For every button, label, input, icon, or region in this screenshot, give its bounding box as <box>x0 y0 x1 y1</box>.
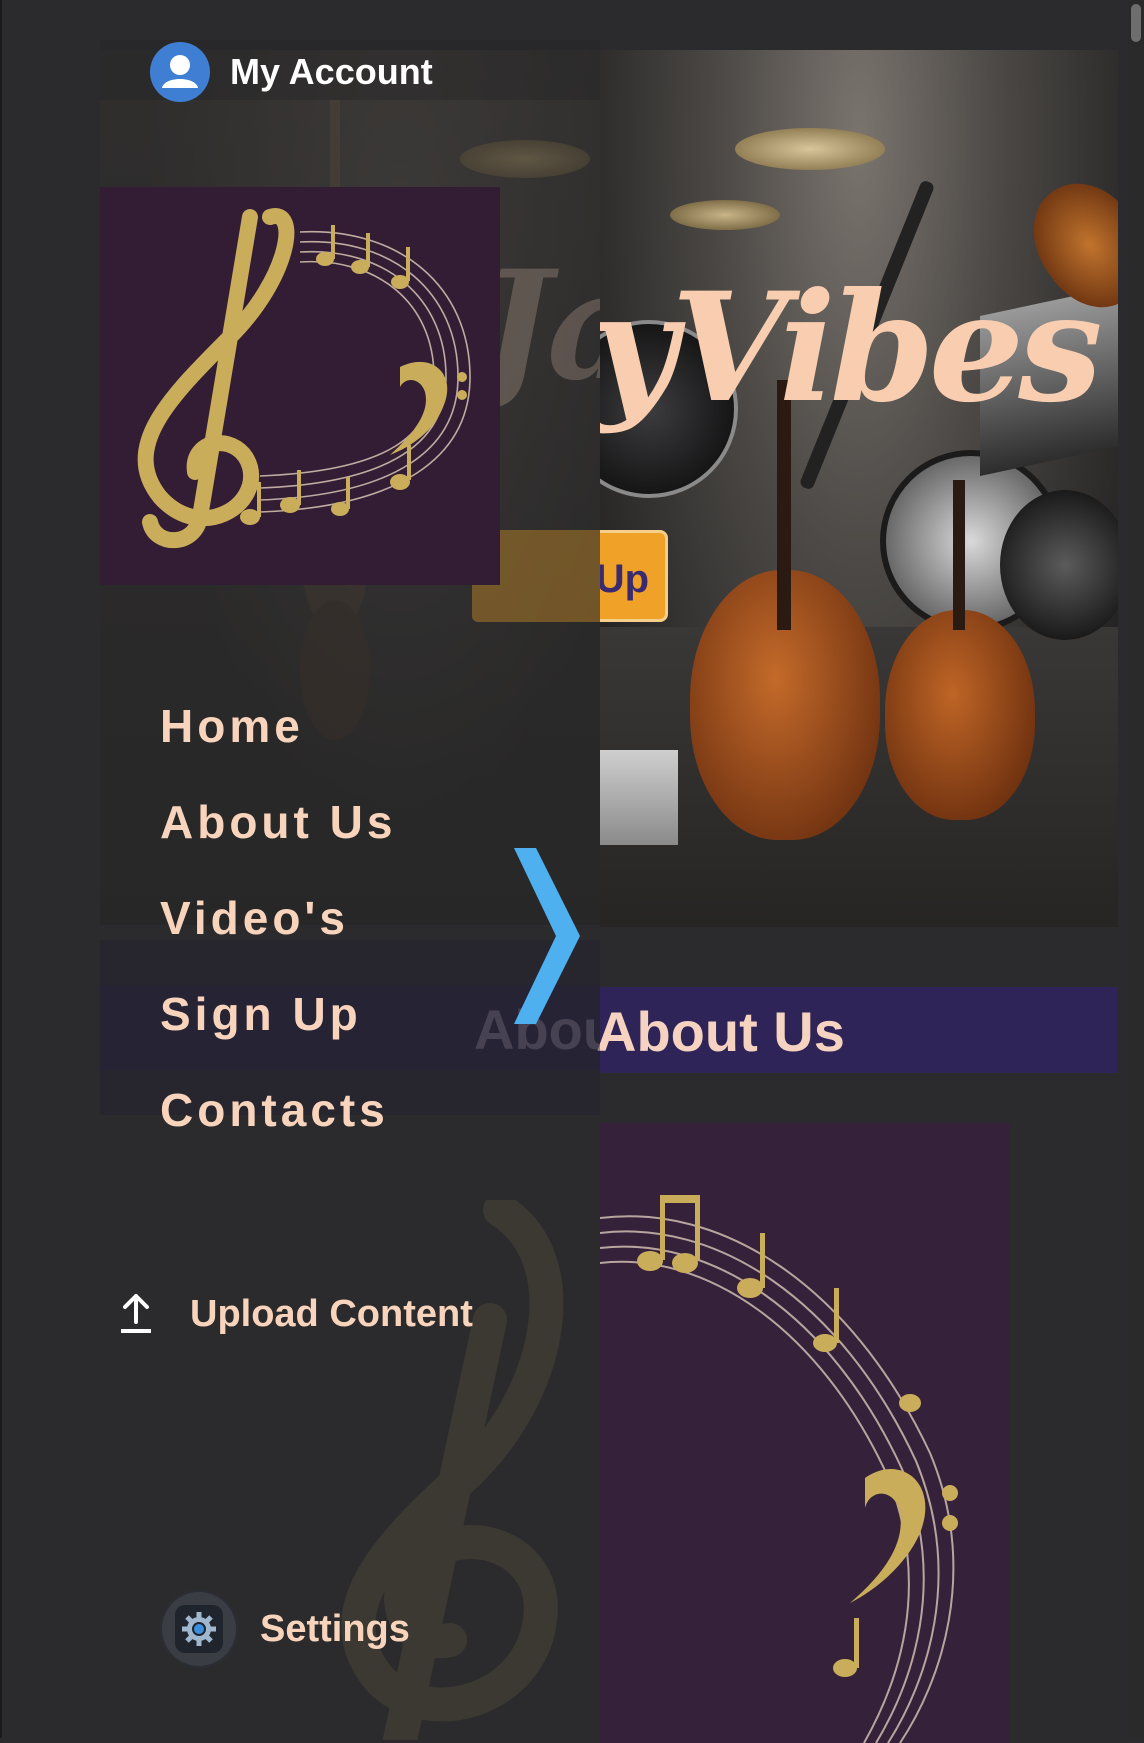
upload-icon <box>121 1294 151 1333</box>
nav-item-sign-up: Sign Up <box>160 988 396 1084</box>
chevron-right-icon[interactable] <box>512 848 582 1028</box>
scrollbar-thumb[interactable] <box>1131 4 1141 42</box>
nav-link-about-us[interactable]: About Us <box>160 796 396 848</box>
site-logo[interactable] <box>100 187 500 585</box>
speaker-image <box>600 750 678 845</box>
nav-item-videos: Video's <box>160 892 396 988</box>
hero-signup-button[interactable]: Sign Up <box>600 530 668 622</box>
main-nav-list: Home About Us Video's Sign Up Contacts <box>160 700 396 1180</box>
upload-content-button[interactable]: Upload Content <box>120 1292 473 1336</box>
treble-clef-logo-icon <box>137 208 471 549</box>
settings-label: Settings <box>260 1607 410 1650</box>
music-staff-graphic <box>600 1195 958 1743</box>
my-account-label: My Account <box>230 51 433 92</box>
hero-banner: yVibes Sign Up <box>600 50 1118 927</box>
gear-icon <box>175 1605 223 1653</box>
about-us-heading: About Us <box>596 1000 845 1063</box>
about-music-notes-image <box>600 1123 1010 1743</box>
nav-link-videos[interactable]: Video's <box>160 892 396 944</box>
drum-image <box>1000 490 1118 640</box>
violin-neck <box>953 480 965 630</box>
sidebar-drawer: My Account Home About Us Video's Sign Up… <box>100 40 600 1738</box>
cymbal-image <box>670 200 780 230</box>
nav-link-sign-up[interactable]: Sign Up <box>160 988 396 1040</box>
nav-item-home: Home <box>160 700 396 796</box>
site-title: yVibes <box>600 260 1103 436</box>
violin-image <box>885 610 1035 820</box>
nav-item-about-us: About Us <box>160 796 396 892</box>
user-avatar-icon <box>150 42 210 102</box>
upload-content-label: Upload Content <box>190 1292 473 1335</box>
cymbal-image <box>735 128 885 170</box>
settings-icon-container <box>160 1590 238 1668</box>
nav-link-contacts[interactable]: Contacts <box>160 1084 396 1136</box>
my-account-link[interactable]: My Account <box>150 42 433 102</box>
nav-item-contacts: Contacts <box>160 1084 396 1180</box>
vertical-scrollbar[interactable] <box>1128 0 1144 1738</box>
settings-button[interactable]: Settings <box>160 1590 410 1668</box>
window-edge <box>0 0 2 1738</box>
hero-signup-label: Sign Up <box>600 557 650 601</box>
about-us-section-bar: About Us <box>596 987 1118 1073</box>
nav-link-home[interactable]: Home <box>160 700 396 752</box>
